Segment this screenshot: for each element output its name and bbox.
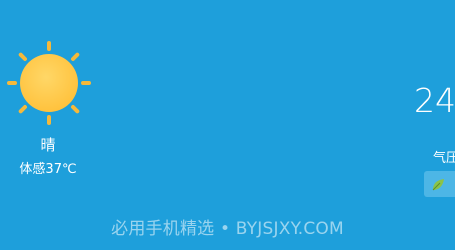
- feels-like-temperature: 体感37℃: [19, 162, 77, 177]
- pressure-label: 气压: [433, 151, 455, 166]
- watermark: 必用手机精选 • BYJSJXY.COM: [111, 219, 344, 239]
- sun-icon: [6, 40, 92, 126]
- leaf-icon: [431, 177, 445, 191]
- weather-condition: 晴: [40, 136, 56, 154]
- current-temperature: 24: [414, 81, 455, 120]
- air-quality-badge[interactable]: [424, 171, 455, 197]
- weather-panel: 晴 体感37℃ 24 气压 必用手机精选 • BYJSJXY.COM: [0, 0, 455, 250]
